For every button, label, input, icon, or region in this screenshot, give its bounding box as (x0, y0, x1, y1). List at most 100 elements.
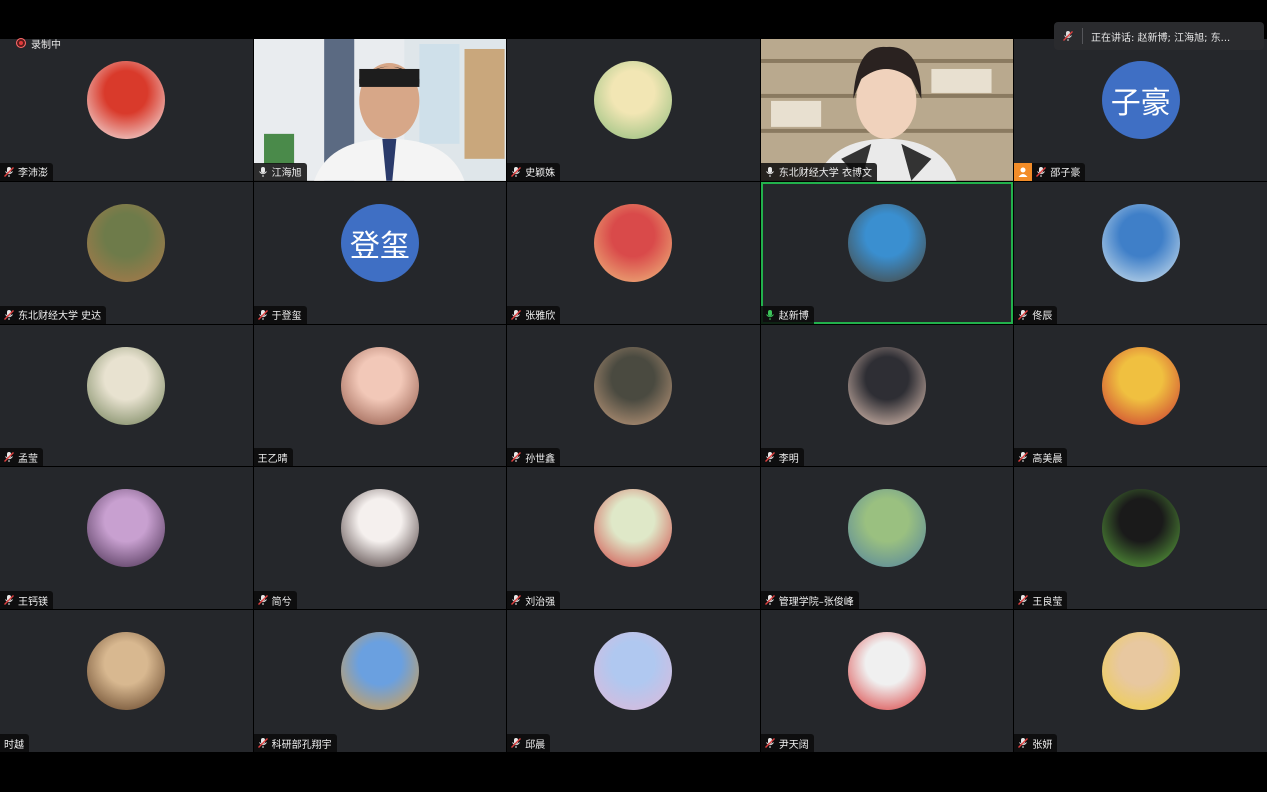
recording-indicator[interactable]: 录制中 (16, 36, 61, 51)
participant-name-bar: 时越 (0, 734, 29, 752)
participant-tile[interactable]: 赵新博 (760, 181, 1014, 324)
participant-name-bar: 佟辰 (1014, 305, 1058, 324)
participant-name-bar: 孙世鑫 (507, 448, 561, 467)
recording-label: 录制中 (31, 39, 61, 51)
initials-avatar: 登玺 (340, 203, 419, 282)
participant-tile[interactable]: 东北财经大学 史达 (0, 181, 253, 324)
mic-muted-icon (3, 594, 15, 606)
mic-muted-icon (510, 451, 522, 463)
participant-name-bar: 赵新博 (760, 305, 814, 324)
participant-tile[interactable]: 李沛澎 (0, 39, 253, 181)
mic-muted-icon (1017, 451, 1029, 463)
participant-name: 科研部孔翔宇 (271, 739, 332, 751)
participant-tile[interactable]: 张妍 (1014, 610, 1267, 752)
avatar (1101, 346, 1180, 425)
mic-muted-icon (510, 594, 522, 606)
participant-name: 佟辰 (1032, 311, 1053, 323)
participant-tile[interactable]: 刘治强 (507, 467, 760, 610)
participant-tile[interactable]: 孟莹 (0, 324, 253, 467)
avatar (848, 203, 927, 282)
participant-tile[interactable]: 佟辰 (1014, 181, 1267, 324)
participant-tile[interactable]: 孙世鑫 (507, 324, 760, 467)
mic-muted-icon (1063, 31, 1073, 41)
participant-name: 邵子豪 (1050, 168, 1081, 180)
participant-tile[interactable]: 子豪 邵子豪 (1014, 39, 1267, 181)
participant-name-bar: 东北财经大学 衣博文 (760, 162, 877, 181)
mic-muted-icon (257, 737, 269, 749)
participant-tile[interactable]: 王钙镁 (0, 467, 253, 610)
mic-icon (257, 166, 269, 178)
video-feed (253, 39, 507, 181)
participant-name-bar: 刘治强 (507, 591, 561, 610)
participant-name: 李沛澎 (18, 168, 48, 180)
avatar (340, 346, 419, 425)
participant-name: 李明 (778, 453, 799, 465)
participant-name-bar: 简兮 (253, 591, 297, 610)
avatar (1101, 203, 1180, 282)
participant-name: 孟莹 (18, 453, 38, 465)
participant-name: 东北财经大学 史达 (18, 311, 102, 323)
participant-tile[interactable]: 张雅欣 (507, 181, 760, 324)
recording-dot-icon (16, 38, 26, 48)
participant-name-bar: 于登玺 (253, 305, 307, 324)
mic-muted-icon (510, 737, 522, 749)
participant-tile[interactable]: 李明 (760, 324, 1014, 467)
participant-name: 高美晨 (1032, 453, 1063, 465)
participant-name: 王乙晴 (257, 453, 288, 465)
participant-name-bar: 东北财经大学 史达 (0, 305, 107, 324)
divider (1082, 28, 1083, 44)
mic-icon (764, 309, 776, 321)
mic-muted-icon (510, 309, 522, 321)
participant-tile[interactable]: 邱晨 (507, 610, 760, 752)
participant-tile[interactable]: 东北财经大学 衣博文 (760, 39, 1014, 181)
mic-muted-icon (510, 166, 522, 178)
participant-name: 刘治强 (525, 596, 556, 608)
avatar (87, 489, 166, 568)
participant-tile[interactable]: 简兮 (253, 467, 507, 610)
avatar (848, 632, 927, 711)
participant-name-bar: 管理学院–张俊峰 (760, 591, 859, 610)
participant-name: 张妍 (1032, 739, 1053, 751)
avatar (340, 489, 419, 568)
participant-name: 东北财经大学 衣博文 (778, 168, 872, 180)
participant-tile[interactable]: 管理学院–张俊峰 (760, 467, 1014, 610)
participant-name-bar: 科研部孔翔宇 (253, 734, 337, 752)
participant-name: 王良莹 (1032, 596, 1063, 608)
participant-tile[interactable]: 高美晨 (1014, 324, 1267, 467)
participant-name: 简兮 (271, 596, 292, 608)
participant-tile[interactable]: 时越 (0, 610, 253, 752)
participant-name-bar: 李明 (760, 448, 804, 467)
participant-tile[interactable]: 史颖姝 (507, 39, 760, 181)
participant-name: 江海旭 (271, 168, 302, 180)
speaking-indicator[interactable]: 正在讲话: 赵新博; 江海旭; 东... (1054, 22, 1264, 50)
avatar (848, 489, 927, 568)
avatar (87, 346, 166, 425)
mic-muted-icon (1017, 594, 1029, 606)
participant-name-bar: 史颖姝 (507, 162, 561, 181)
participant-name-bar: 张雅欣 (507, 305, 561, 324)
participant-name: 尹天阔 (778, 739, 809, 751)
participant-name-bar: 孟莹 (0, 448, 43, 467)
video-feed (760, 39, 1014, 181)
participant-name-bar: 高美晨 (1014, 448, 1068, 467)
mic-icon (764, 166, 776, 178)
mic-muted-icon (257, 309, 269, 321)
participant-tile[interactable]: 王乙晴 (253, 324, 507, 467)
participant-name: 史颖姝 (525, 168, 556, 180)
avatar (594, 203, 673, 282)
avatar (594, 61, 673, 139)
participant-name-bar: 李沛澎 (0, 162, 53, 181)
participant-grid: 李沛澎 江海旭 史颖姝 东北财经大学 衣博文 子豪 邵子豪 东北财经大学 史达 登玺 于登玺 张雅… (0, 39, 1267, 752)
participant-tile[interactable]: 尹天阔 (760, 610, 1014, 752)
participant-tile[interactable]: 科研部孔翔宇 (253, 610, 507, 752)
participant-name: 赵新博 (778, 311, 809, 323)
avatar (1101, 632, 1180, 711)
mic-muted-icon (1017, 309, 1029, 321)
avatar (594, 632, 673, 711)
avatar (87, 61, 166, 139)
participant-tile[interactable]: 登玺于登玺 (253, 181, 507, 324)
avatar (1101, 489, 1180, 568)
participant-tile[interactable]: 江海旭 (253, 39, 507, 181)
speaking-text: 正在讲话: 赵新博; 江海旭; 东... (1091, 32, 1231, 44)
participant-tile[interactable]: 王良莹 (1014, 467, 1267, 610)
